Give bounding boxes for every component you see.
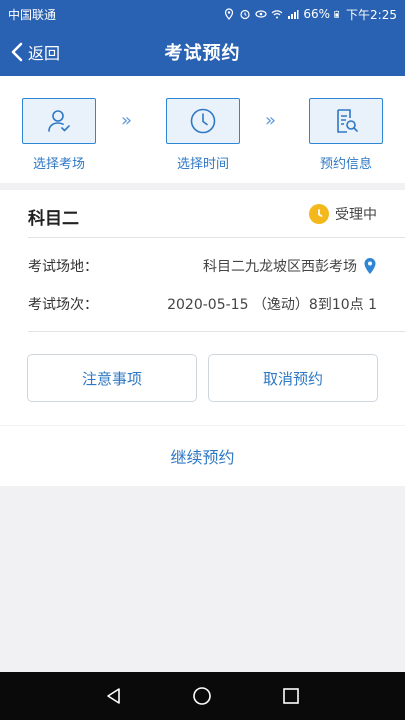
session-value: 2020-05-15 （逸动）8到10点 1 bbox=[167, 297, 377, 313]
venue-label: 考试场地： bbox=[28, 259, 98, 275]
venue-value: 科目二九龙坡区西彭考场 bbox=[203, 259, 357, 275]
status-bar: 中国联通 66% 下午2:25 bbox=[0, 0, 405, 28]
step-arrow: » bbox=[265, 110, 277, 131]
step-box bbox=[309, 98, 383, 144]
divider bbox=[28, 237, 405, 238]
session-row: 考试场次： 2020-05-15 （逸动）8到10点 1 bbox=[28, 294, 377, 314]
chevron-left-icon bbox=[11, 42, 23, 62]
step-booking-info[interactable]: 预约信息 bbox=[308, 98, 384, 172]
alarm-icon bbox=[240, 9, 250, 20]
step-select-time[interactable]: 选择时间 bbox=[165, 98, 241, 172]
clock-icon bbox=[190, 108, 216, 134]
pending-clock-icon bbox=[309, 204, 329, 224]
wifi-icon bbox=[271, 10, 283, 19]
step-label: 选择时间 bbox=[176, 157, 229, 172]
battery-percent: 66% bbox=[303, 7, 331, 21]
step-label: 选择考场 bbox=[32, 157, 85, 172]
step-arrow: » bbox=[121, 110, 133, 131]
status-text: 受理中 bbox=[335, 207, 377, 223]
nav-bar: 返回 考试预约 bbox=[0, 28, 405, 76]
step-label: 预约信息 bbox=[319, 157, 372, 172]
clock-time: 下午2:25 bbox=[346, 7, 397, 22]
status-badge: 受理中 bbox=[309, 204, 377, 224]
subject-title: 科目二 bbox=[28, 209, 79, 229]
step-box bbox=[166, 98, 240, 144]
venue-row: 考试场地： 科目二九龙坡区西彭考场 bbox=[28, 256, 377, 276]
back-button[interactable]: 返回 bbox=[10, 28, 60, 76]
step-indicator: 选择考场 » 选择时间 » 预约信息 bbox=[0, 76, 405, 183]
location-icon bbox=[225, 8, 234, 20]
carrier-label: 中国联通 bbox=[8, 7, 57, 22]
home-circle-icon[interactable] bbox=[192, 686, 212, 706]
booking-card: 科目二 受理中 考试场地： 科目二九龙坡区西彭考场 考试场次： 2020-05-… bbox=[0, 190, 405, 425]
signal-icon bbox=[288, 10, 299, 19]
divider bbox=[28, 331, 405, 332]
cancel-booking-button[interactable]: 取消预约 bbox=[208, 354, 378, 402]
continue-booking-button[interactable]: 继续预约 bbox=[0, 426, 405, 486]
session-label: 考试场次： bbox=[28, 297, 98, 313]
eye-icon bbox=[255, 10, 267, 18]
system-nav-bar bbox=[0, 672, 405, 720]
step-box bbox=[22, 98, 96, 144]
back-label: 返回 bbox=[28, 44, 61, 63]
user-check-icon bbox=[48, 110, 70, 132]
venue-value-wrap: 科目二九龙坡区西彭考场 bbox=[203, 256, 377, 276]
step-select-venue[interactable]: 选择考场 bbox=[21, 98, 97, 172]
document-search-icon bbox=[337, 109, 358, 133]
notice-button[interactable]: 注意事项 bbox=[27, 354, 197, 402]
back-triangle-icon[interactable] bbox=[105, 687, 123, 705]
page-title: 考试预约 bbox=[164, 43, 241, 64]
battery-icon bbox=[334, 10, 340, 18]
status-icons: 66% 下午2:25 bbox=[223, 6, 397, 23]
recents-square-icon[interactable] bbox=[282, 687, 300, 705]
map-pin-icon[interactable] bbox=[363, 257, 377, 275]
